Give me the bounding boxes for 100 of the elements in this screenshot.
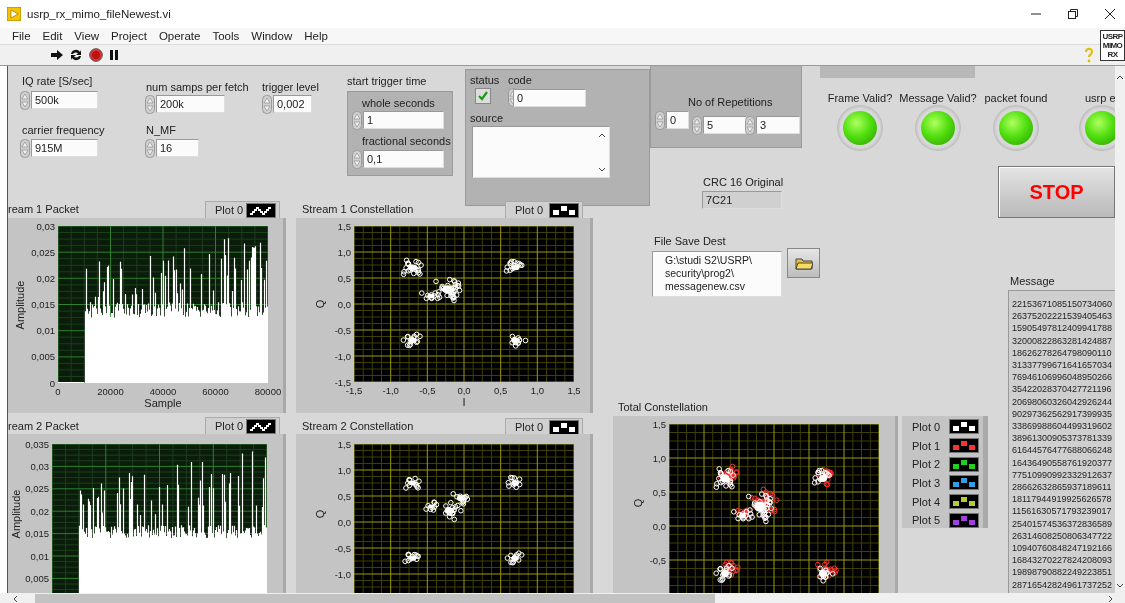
point-cluster <box>400 331 423 349</box>
control-label: whole seconds <box>362 97 435 109</box>
numeric-field[interactable]: 3 <box>756 116 800 134</box>
legend-label[interactable]: Plot 0 <box>912 420 941 433</box>
axis-tick-label: 0 <box>55 386 62 397</box>
scrollbar-thumb[interactable] <box>35 594 715 603</box>
axis-tick-label: 0,02 <box>29 505 49 517</box>
axis-tick-label: 1,0 <box>651 452 666 464</box>
indicator-label: Message <box>1010 275 1055 287</box>
scroll-down-icon[interactable] <box>598 167 606 173</box>
axis-tick-label: 0,0 <box>336 516 351 528</box>
path-field[interactable]: G:\studi S2\USRP\ security\prog2\ messagenew.csv <box>652 251 782 297</box>
control-label: status <box>470 74 500 86</box>
legend-label[interactable]: Plot 3 <box>912 476 941 489</box>
axis-tick-label: 0,025 <box>30 246 55 258</box>
axis-tick-label: 1,5 <box>336 220 351 232</box>
plot-legend[interactable]: Plot 0 <box>205 417 280 435</box>
scroll-left-icon[interactable] <box>12 595 18 603</box>
menu-item[interactable]: Project <box>105 30 153 42</box>
axis-tick-label: -0,5 <box>333 542 351 554</box>
point-cluster <box>400 257 424 278</box>
menu-item[interactable]: Tools <box>206 30 246 42</box>
numeric-field[interactable]: 200k <box>156 95 225 113</box>
plot-legend[interactable]: Plot 0 <box>505 201 583 219</box>
menu-item[interactable]: File <box>6 30 37 42</box>
menu-item[interactable]: View <box>68 30 106 42</box>
menu-item[interactable]: Edit <box>36 30 69 42</box>
point-cluster <box>423 499 440 513</box>
axis-tick-label: 1,0 <box>336 246 351 258</box>
numeric-field[interactable]: 0 <box>666 111 689 129</box>
axis-label: Q <box>314 299 326 309</box>
axis-tick-label: 0,0 <box>456 385 472 396</box>
axis-label: Q <box>632 498 644 507</box>
axis-tick-label: 1,5 <box>336 438 351 450</box>
pause-icon[interactable] <box>109 49 119 61</box>
axis-tick-label: 0,5 <box>336 272 351 284</box>
axis-tick-label: 0,03 <box>29 460 49 472</box>
axis-tick-label: 60000 <box>201 386 230 397</box>
menu-item[interactable]: Window <box>245 30 299 42</box>
crc-indicator: 7C21 <box>702 191 782 209</box>
numeric-field[interactable]: 500k <box>31 91 98 109</box>
control-label: fractional seconds <box>362 135 451 147</box>
run-arrow-icon[interactable] <box>50 49 64 61</box>
axis-tick-label: -1,0 <box>381 385 400 396</box>
legend-label[interactable]: Plot 5 <box>912 514 941 527</box>
window-title: usrp_rx_mimo_fileNewest.vi <box>27 8 172 20</box>
folder-icon <box>794 256 813 270</box>
scroll-up-icon[interactable] <box>1116 74 1124 80</box>
control-label: trigger level <box>262 81 319 93</box>
numeric-field[interactable]: 1 <box>363 111 444 129</box>
axis-tick-label: -1,0 <box>333 568 351 580</box>
axis-tick-label: 0,02 <box>35 272 55 284</box>
legend-label[interactable]: Plot 1 <box>912 439 941 452</box>
scroll-down-icon[interactable] <box>1116 583 1124 589</box>
run-continuously-icon[interactable] <box>69 48 83 62</box>
numeric-field[interactable]: 5 <box>703 116 747 134</box>
axis-tick-label: 1,5 <box>651 418 666 430</box>
scroll-right-icon[interactable] <box>1108 595 1114 603</box>
point-cluster <box>402 551 421 565</box>
point-cluster <box>817 565 836 584</box>
message-text: 22153671085150734060 26375202221539405463 15905497812409941788 32000822863281424887 18626278264798090110 31337799671641657034 76946106996048950266 35422028370427721196 20698060326042926244 90297362562917399935 33869988604499319602 38961300905373781339 61644576477688066248 16436490558761920377 77510990992332912637 28662632865937189611 18117944919925626578 11561630571793239017 25401574536372836589 26314608250806347722 10940760848247192166 16843270227824208093 19898790882249223851 28716542824961737252 <box>1012 298 1114 591</box>
axis-tick-label: 0 <box>48 377 55 389</box>
axis-tick-label: -1,0 <box>333 350 351 362</box>
menu-item[interactable]: Operate <box>152 30 207 42</box>
axis-tick-label: -0,5 <box>418 385 437 396</box>
numeric-field[interactable]: 16 <box>156 139 199 157</box>
source-field[interactable] <box>472 126 610 178</box>
scroll-up-icon[interactable] <box>598 132 606 138</box>
legend-label[interactable]: Plot 2 <box>912 458 941 471</box>
point-cluster <box>722 559 741 578</box>
point-cluster <box>403 475 422 491</box>
axis-tick-label: 0,5 <box>651 486 666 498</box>
axis-tick-label: 1,5 <box>566 385 582 396</box>
numeric-field[interactable]: 0,1 <box>363 150 444 168</box>
vi-icon: USRP MIMO RX <box>1100 30 1125 61</box>
point-cluster <box>811 467 832 486</box>
cluster-label: start trigger time <box>347 75 427 87</box>
legend-label[interactable]: Plot 4 <box>912 495 941 508</box>
control-label: code <box>508 74 532 86</box>
control-label: IQ rate [S/sec] <box>22 75 93 87</box>
close-icon[interactable] <box>1104 8 1116 20</box>
axis-tick-label: 0,0 <box>651 520 666 532</box>
axis-label: Q <box>314 509 326 518</box>
browse-button[interactable] <box>787 248 820 278</box>
menu-item[interactable]: Help <box>298 30 334 42</box>
control-label: carrier frequency <box>22 124 105 136</box>
numeric-field[interactable]: 0,002 <box>273 95 312 113</box>
numeric-field[interactable]: 0 <box>513 89 586 107</box>
numeric-field[interactable]: 915M <box>31 139 98 157</box>
axis-tick-label: 80000 <box>253 386 283 397</box>
axis-label: I <box>461 397 467 408</box>
restore-icon[interactable] <box>1067 8 1079 20</box>
control-label: source <box>470 112 504 124</box>
plot-legend[interactable]: Plot 0 <box>205 201 280 219</box>
graph-title: Total Constellation <box>618 401 708 413</box>
abort-stop-icon[interactable] <box>89 48 103 62</box>
indicator-label: Message Valid? <box>898 92 978 104</box>
axis-tick-label: 0,025 <box>24 483 49 495</box>
control-label: File Save Dest <box>654 235 726 247</box>
point-cluster <box>815 559 839 580</box>
